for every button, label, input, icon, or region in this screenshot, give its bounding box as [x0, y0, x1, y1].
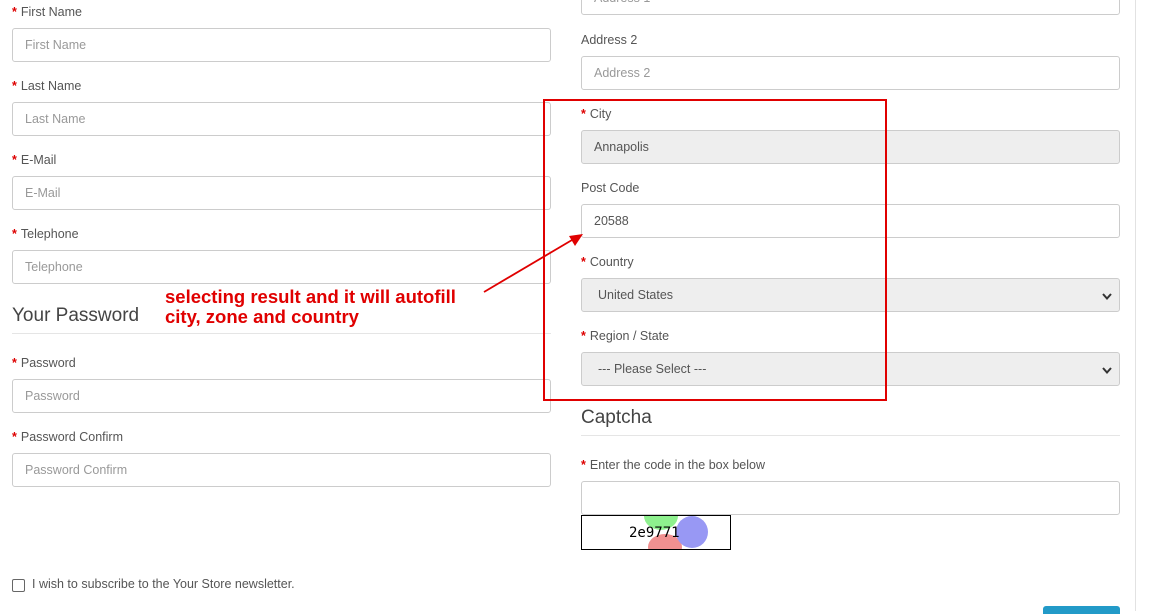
annotation-arrow	[483, 234, 583, 293]
